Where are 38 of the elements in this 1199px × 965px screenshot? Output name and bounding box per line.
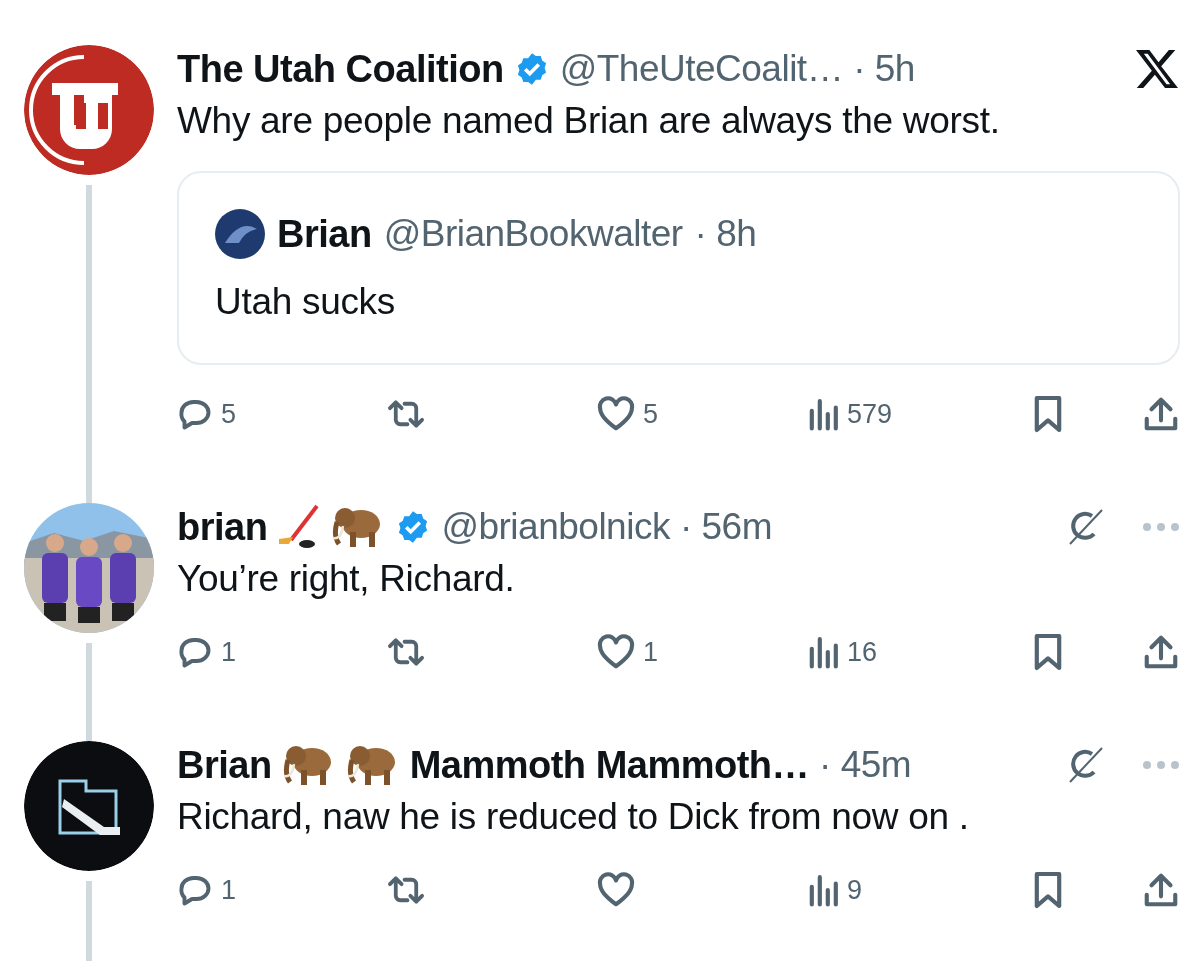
x-logo-icon xyxy=(1134,48,1180,90)
heart-icon[interactable] xyxy=(597,634,635,670)
display-name: Brian xyxy=(177,743,272,787)
post-time: · 8h xyxy=(694,213,757,255)
action-count: 1 xyxy=(221,636,237,668)
post-time: · 45m xyxy=(819,744,912,786)
bookmark-icon[interactable] xyxy=(1032,394,1064,434)
post-text: Why are people named Brian are always the worst. xyxy=(177,99,1001,143)
post-text: Richard, naw he is reduced to Dick from now on . xyxy=(177,795,970,839)
action-count: 1 xyxy=(643,636,659,668)
action-count: 5 xyxy=(221,398,237,430)
action-count: 1 xyxy=(221,874,237,906)
action-count: 16 xyxy=(847,636,878,668)
post-text: You’re right, Richard. xyxy=(177,557,516,601)
views-icon[interactable] xyxy=(807,872,839,908)
display-name: Mammoth Mammoth… xyxy=(409,743,810,787)
heart-icon[interactable] xyxy=(597,396,635,432)
user-handle[interactable]: @TheUteCoalit… xyxy=(559,48,844,90)
quoted-post[interactable]: Brian @BrianBookwalter · 8h Utah sucks xyxy=(177,171,1180,365)
bookmark-icon[interactable] xyxy=(1032,632,1064,672)
post-time: · 5h xyxy=(853,48,915,90)
heart-icon[interactable] xyxy=(597,872,635,908)
quoted-text: Utah sucks xyxy=(215,281,396,323)
hockey-logo-icon xyxy=(23,741,154,871)
views-icon[interactable] xyxy=(807,396,839,432)
views-icon[interactable] xyxy=(807,634,839,670)
post-time: · 56m xyxy=(679,506,772,548)
action-count: 9 xyxy=(847,874,863,906)
user-handle[interactable]: @brianbolnick xyxy=(441,506,670,548)
bookmark-icon[interactable] xyxy=(1032,870,1064,910)
user-handle: @BrianBookwalter xyxy=(383,213,683,255)
display-name: Brian xyxy=(277,212,372,256)
action-count: 579 xyxy=(847,398,893,430)
coalition-logo-icon xyxy=(23,45,154,175)
action-count: 5 xyxy=(643,398,659,430)
avatar-icon xyxy=(215,209,265,259)
display-name: brian xyxy=(177,505,268,549)
display-name: The Utah Coalition xyxy=(177,47,504,91)
